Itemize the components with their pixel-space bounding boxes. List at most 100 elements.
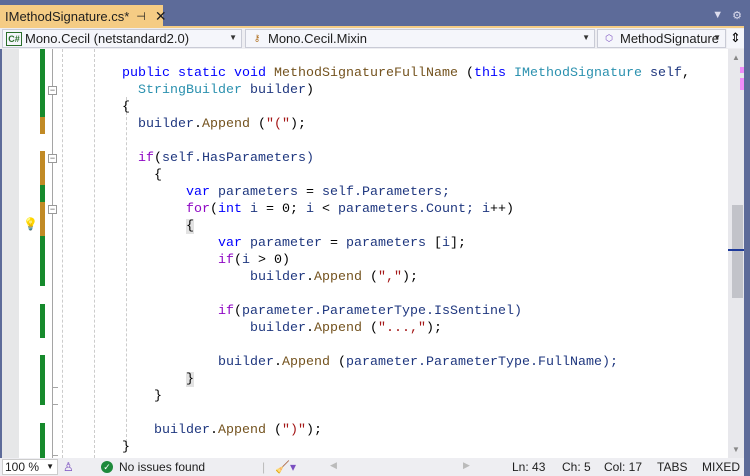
code-token: ( [234,253,242,268]
code-line[interactable]: for(int i = 0; i < parameters.Count; i++… [186,201,514,218]
code-token: void [234,66,266,81]
code-token: ( [457,66,474,81]
outline-end [53,404,58,405]
intellicode-icon[interactable]: ♙ [63,460,74,474]
code-line[interactable]: if(self.HasParameters) [138,150,314,167]
code-line[interactable]: } [154,388,162,405]
indent-guide [62,49,63,458]
chevron-down-icon: ▼ [582,33,590,42]
code-token: i [441,236,450,251]
member-dropdown[interactable]: ⬡ MethodSignature ▼ [597,29,726,48]
code-token: .HasParameters) [194,151,314,166]
code-token: ++) [489,202,514,217]
code-token: StringBuilder [138,83,242,98]
code-token: self [649,66,682,81]
code-line[interactable]: { [154,167,162,184]
scroll-down-icon[interactable]: ▼ [732,445,740,454]
char-number[interactable]: Ch: 5 [562,460,591,474]
code-token: ) [305,83,314,98]
csharp-project-icon: C# [6,31,22,46]
code-token: ( [330,355,346,370]
code-token: = [297,185,322,200]
line-endings[interactable]: MIXED [702,460,740,474]
code-line[interactable]: builder.Append (")"); [154,422,322,439]
code-token: Append [202,117,250,132]
code-line[interactable]: public static void MethodSignatureFullNa… [122,65,690,82]
project-label: Mono.Cecil (netstandard2.0) [25,31,190,46]
change-bar-modified [40,151,45,185]
scrollbar-thumb[interactable] [732,205,743,298]
code-token: ( [362,270,378,285]
code-token: i [481,202,490,217]
code-token: . [210,423,218,438]
tab-list-dropdown-icon[interactable]: ▼ [712,9,723,22]
code-token: "," [378,270,402,285]
code-token: static [178,66,226,81]
collapse-icon[interactable]: − [48,86,57,95]
code-token: , [681,66,690,81]
code-token: "...," [378,321,426,336]
collapse-icon[interactable]: − [48,154,57,163]
chevron-down-icon: ▼ [229,33,237,42]
glyph-margin [2,49,19,458]
gear-icon[interactable]: ⚙ [732,9,742,22]
code-line[interactable]: } [122,439,130,456]
code-token: parameter [346,355,418,370]
code-line[interactable]: builder.Append ("...,"); [250,320,442,337]
status-bar: 100 % ▼ ♙ ✓ No issues found | 🧹▾ ◀ ▶ Ln: … [0,458,744,476]
code-token: > 0) [250,253,290,268]
tab-imethodsignature[interactable]: IMethodSignature.cs* ⊣ ✕ [0,5,167,27]
collapse-icon[interactable]: − [48,205,57,214]
split-editor-icon[interactable]: ⇕ [727,29,744,48]
code-token: ); [290,117,306,132]
change-bar-added [40,423,45,458]
close-icon[interactable]: ✕ [155,8,167,25]
scroll-right-icon[interactable]: ▶ [463,460,470,471]
code-token: Append [282,355,330,370]
code-token: .Parameters; [353,185,450,200]
caret-position-marker [728,249,744,251]
scrollbar-marker [740,67,744,73]
code-token: ( [234,304,242,319]
pin-icon[interactable]: ⊣ [136,10,146,23]
code-token: self [162,151,194,166]
change-bar-added [40,185,45,202]
project-dropdown[interactable]: C# Mono.Cecil (netstandard2.0) ▼ [2,29,242,48]
code-token: = [321,236,346,251]
type-dropdown[interactable]: ⚷ Mono.Cecil.Mixin ▼ [245,29,595,48]
code-line[interactable]: if(parameter.ParameterType.IsSentinel) [218,303,522,320]
issues-status[interactable]: No issues found [119,460,205,474]
code-token: parameters [338,202,418,217]
outline-line [52,49,53,458]
lightbulb-icon[interactable]: 💡 [23,217,38,233]
code-line[interactable]: { [122,99,130,116]
indentation-mode[interactable]: TABS [657,460,687,474]
scroll-left-icon[interactable]: ◀ [330,460,337,471]
code-line[interactable]: { [186,218,194,235]
code-token: . [306,321,314,336]
zoom-dropdown[interactable]: 100 % ▼ [2,459,58,475]
code-line[interactable]: builder.Append (","); [250,269,418,286]
code-token: this [473,66,506,81]
vertical-scrollbar[interactable]: ▲ ▼ [728,49,744,458]
code-token: builder [250,270,306,285]
code-cleanup-icon[interactable]: 🧹▾ [275,460,296,474]
code-line[interactable]: } [186,371,194,388]
code-line[interactable]: var parameter = parameters [i]; [218,235,466,252]
code-line[interactable]: StringBuilder builder) [138,82,314,99]
code-editor[interactable]: 💡 − − − public static void MethodSignatu… [2,49,744,458]
code-line[interactable]: var parameters = self.Parameters; [186,184,450,201]
code-line[interactable]: builder.Append (parameter.ParameterType.… [218,354,618,371]
code-token: ]; [449,236,466,251]
member-label: MethodSignature [620,31,720,46]
code-token: IMethodSignature [513,66,642,81]
scroll-up-icon[interactable]: ▲ [732,53,740,62]
method-icon: ⬡ [605,32,613,43]
column-number[interactable]: Col: 17 [604,460,642,474]
code-token: . [274,355,282,370]
code-line[interactable]: if(i > 0) [218,252,290,269]
line-number[interactable]: Ln: 43 [512,460,545,474]
code-line[interactable]: builder.Append ("("); [138,116,306,133]
